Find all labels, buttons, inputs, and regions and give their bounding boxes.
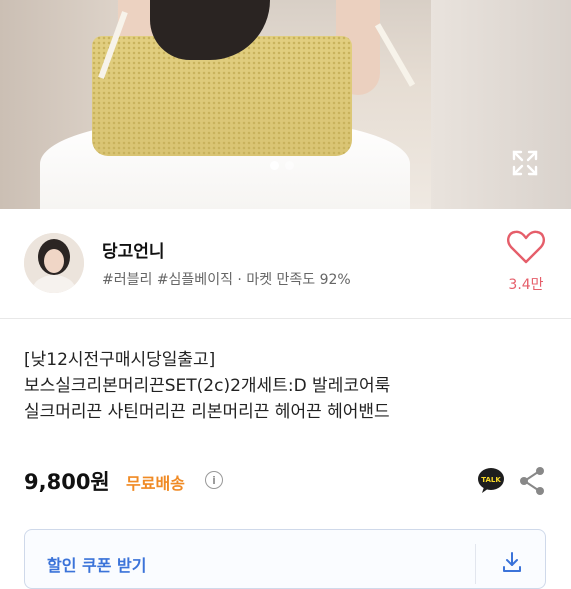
meta-separator: · bbox=[237, 272, 242, 288]
seller-avatar[interactable] bbox=[24, 233, 84, 293]
free-shipping-label: 무료배송 bbox=[126, 474, 185, 493]
product-title-line: [낮12시전구매시당일출고] bbox=[24, 350, 216, 370]
product-title: [낮12시전구매시당일출고] 보스실크리본머리끈SET(2c)2개세트:D 발레… bbox=[24, 347, 554, 425]
info-icon[interactable]: i bbox=[205, 471, 223, 489]
share-icon[interactable] bbox=[518, 466, 546, 496]
product-price: 9,800원 bbox=[24, 470, 110, 494]
heart-outline-icon[interactable] bbox=[506, 229, 546, 265]
gallery-dot[interactable] bbox=[285, 161, 294, 170]
coupon-button[interactable]: 할인 쿠폰 받기 bbox=[24, 529, 546, 589]
product-title-line: 실크머리끈 사틴머리끈 리본머리끈 헤어끈 헤어밴드 bbox=[24, 402, 390, 422]
product-image-gallery[interactable] bbox=[0, 0, 571, 209]
seller-meta: #러블리 #심플베이직 · 마켓 만족도 92% bbox=[102, 269, 351, 289]
section-divider bbox=[0, 318, 571, 319]
gallery-dot-active[interactable] bbox=[270, 161, 279, 170]
coupon-divider bbox=[475, 544, 476, 584]
background-wall bbox=[431, 0, 571, 209]
gallery-pagination bbox=[270, 161, 294, 170]
ribbon-strap bbox=[374, 23, 416, 87]
talk-label: TALK bbox=[481, 476, 501, 484]
kakao-talk-icon[interactable]: TALK bbox=[477, 466, 505, 494]
product-title-line: 보스실크리본머리끈SET(2c)2개세트:D 발레코어룩 bbox=[24, 376, 391, 396]
expand-arrows-icon[interactable] bbox=[511, 149, 539, 177]
seller-name[interactable]: 당고언니 bbox=[102, 237, 165, 262]
download-icon[interactable] bbox=[500, 550, 524, 574]
market-satisfaction: 마켓 만족도 92% bbox=[246, 272, 351, 288]
like-count: 3.4만 bbox=[508, 277, 544, 293]
seller-tags[interactable]: #러블리 #심플베이직 bbox=[102, 272, 233, 288]
price-row: 9,800원 무료배송 i TALK bbox=[24, 466, 554, 498]
coupon-label: 할인 쿠폰 받기 bbox=[47, 556, 147, 575]
seller-section: 당고언니 #러블리 #심플베이직 · 마켓 만족도 92% 3.4만 bbox=[0, 209, 571, 317]
